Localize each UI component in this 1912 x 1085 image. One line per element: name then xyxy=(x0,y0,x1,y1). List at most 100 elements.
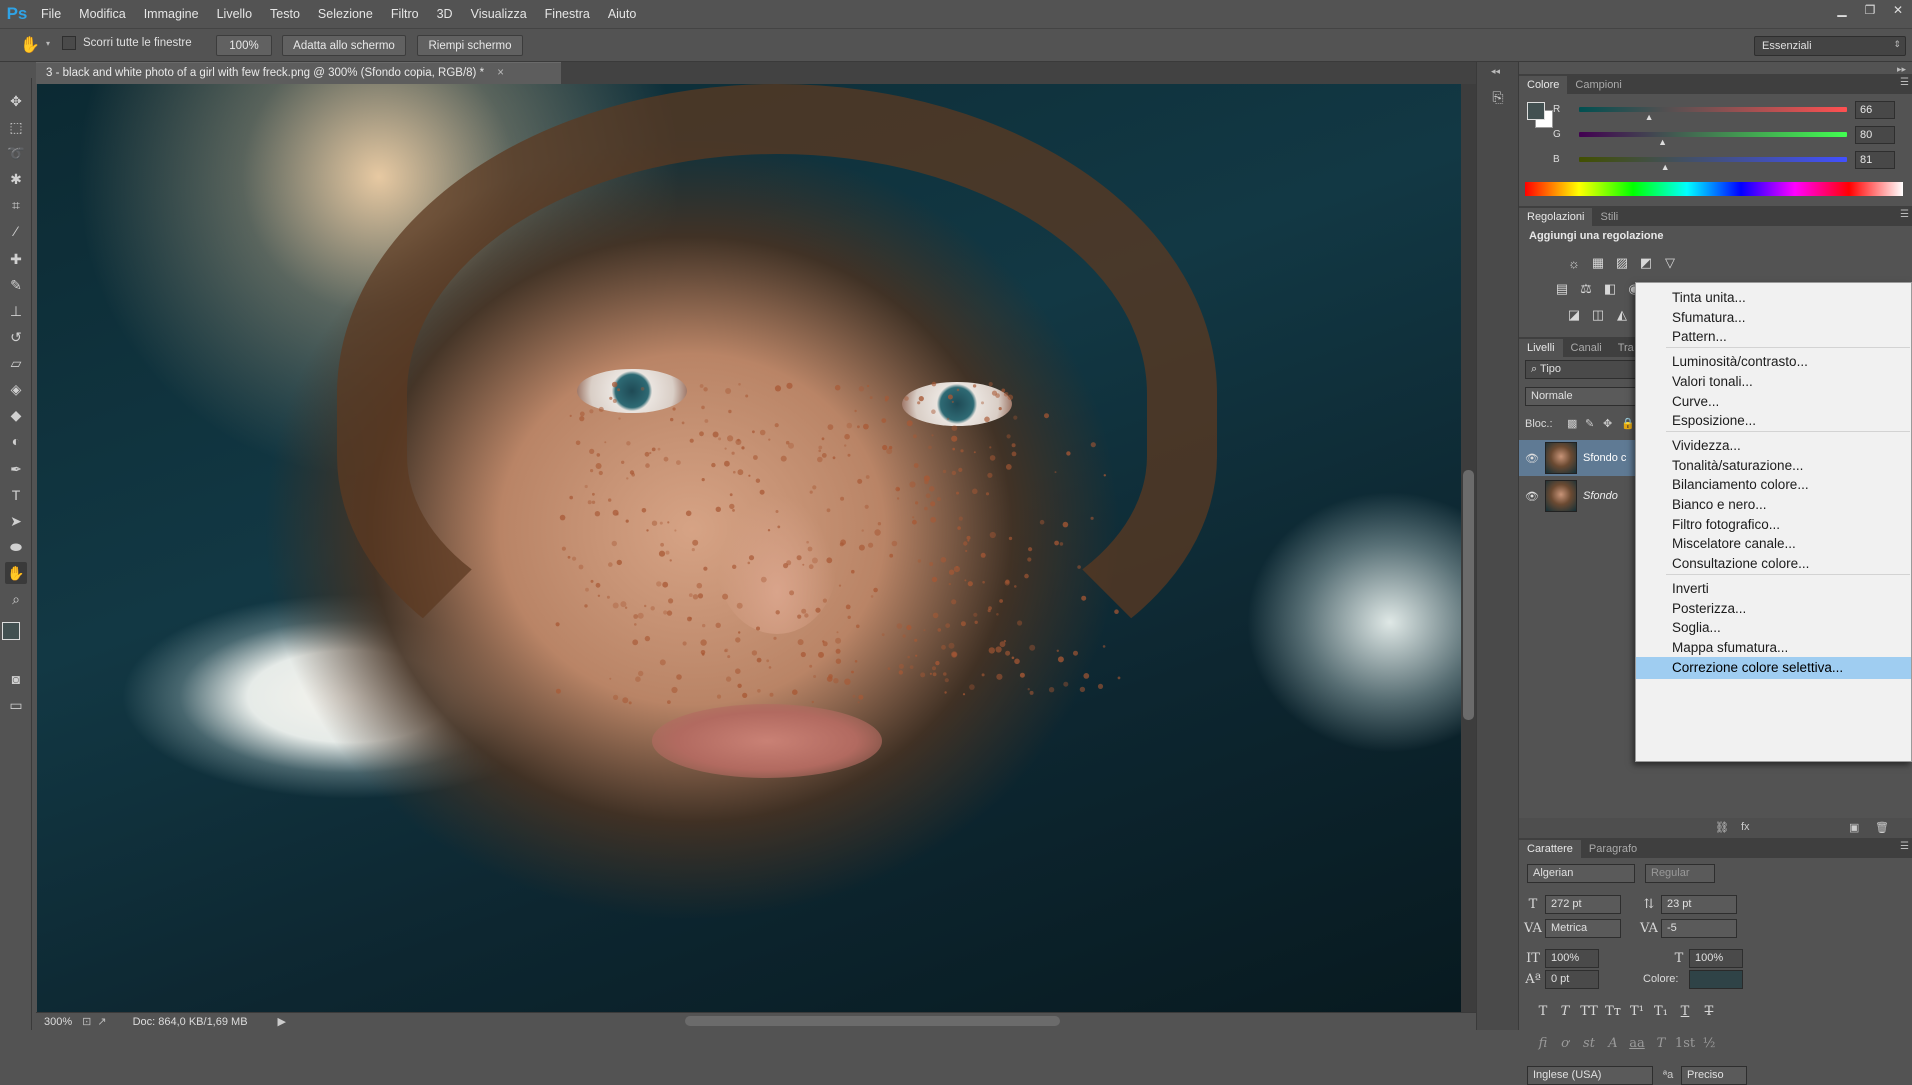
document-canvas[interactable] xyxy=(37,84,1461,1012)
collapse-dock-icon[interactable]: ◂◂ xyxy=(1491,66,1500,77)
menu-immagine[interactable]: Immagine xyxy=(135,0,208,28)
scroll-all-checkbox[interactable] xyxy=(62,36,76,50)
layer-filter-select[interactable]: ⌕ Tipo xyxy=(1525,360,1637,379)
layer-name[interactable]: Sfondo c xyxy=(1583,452,1626,464)
menu-item[interactable]: Valori tonali... xyxy=(1636,371,1911,393)
strikethrough-button[interactable]: T xyxy=(1699,1002,1719,1020)
hue-saturation-icon[interactable]: ▤ xyxy=(1553,281,1571,297)
swash-button[interactable]: A xyxy=(1603,1034,1623,1052)
tab-regolazioni[interactable]: Regolazioni xyxy=(1519,208,1593,226)
screen-mode-icon[interactable]: ▭ xyxy=(5,694,27,716)
status-menu-arrow-icon[interactable]: ▶ xyxy=(278,1015,286,1028)
vibrance-icon[interactable]: ▽ xyxy=(1661,255,1679,271)
lock-pixels-icon[interactable]: ✎ xyxy=(1585,417,1594,430)
menu-item[interactable]: Soglia... xyxy=(1636,617,1911,639)
tab-campioni[interactable]: Campioni xyxy=(1567,76,1629,94)
clone-stamp-tool-icon[interactable]: ⊥ xyxy=(5,300,27,322)
shape-tool-icon[interactable]: ⬬ xyxy=(5,536,27,558)
visibility-eye-icon[interactable]: 👁 xyxy=(1519,490,1545,503)
lasso-tool-icon[interactable]: ➰ xyxy=(5,142,27,164)
kerning-select[interactable]: Metrica xyxy=(1545,919,1621,938)
faux-bold-button[interactable]: T xyxy=(1533,1002,1553,1020)
invert-icon[interactable]: ◪ xyxy=(1565,307,1583,323)
panel-menu-icon[interactable]: ☰ xyxy=(1900,77,1909,88)
threshold-icon[interactable]: ◭ xyxy=(1613,307,1631,323)
magic-wand-tool-icon[interactable]: ✱ xyxy=(5,168,27,190)
layer-name[interactable]: Sfondo xyxy=(1583,490,1618,502)
menu-item[interactable]: Miscelatore canale... xyxy=(1636,533,1911,555)
menu-item[interactable]: Tinta unita... xyxy=(1636,287,1911,309)
color-fg-swatch[interactable] xyxy=(1527,102,1545,120)
discretionary-ligatures-button[interactable]: ơ xyxy=(1555,1034,1575,1052)
menu-item[interactable]: Inverti xyxy=(1636,578,1911,600)
horizontal-scale-input[interactable]: 100% xyxy=(1689,949,1743,968)
crop-tool-icon[interactable]: ⌗ xyxy=(5,194,27,216)
titling-alternates-button[interactable]: aa xyxy=(1627,1034,1647,1052)
levels-icon[interactable]: ▦ xyxy=(1589,255,1607,271)
blend-mode-select[interactable]: Normale xyxy=(1525,387,1637,406)
curves-icon[interactable]: ▨ xyxy=(1613,255,1631,271)
fit-screen-button[interactable]: Adatta allo schermo xyxy=(282,35,406,56)
menu-item[interactable]: Consultazione colore... xyxy=(1636,553,1911,575)
lock-position-icon[interactable]: ✥ xyxy=(1603,417,1612,430)
menu-item[interactable]: Posterizza... xyxy=(1636,598,1911,620)
vertical-scroll-thumb[interactable] xyxy=(1463,470,1474,720)
g-value[interactable]: 80 xyxy=(1855,126,1895,144)
r-slider[interactable] xyxy=(1579,107,1847,112)
black-white-icon[interactable]: ◧ xyxy=(1601,281,1619,297)
menu-visualizza[interactable]: Visualizza xyxy=(462,0,536,28)
stylistic-set-button[interactable]: T xyxy=(1651,1034,1671,1052)
zoom-tool-icon[interactable]: ⌕ xyxy=(5,588,27,610)
foreground-color-swatch[interactable] xyxy=(2,622,20,640)
blur-tool-icon[interactable]: ◆ xyxy=(5,404,27,426)
lock-all-icon[interactable]: 🔒 xyxy=(1621,417,1635,430)
menu-item[interactable]: Luminosità/contrasto... xyxy=(1636,351,1911,373)
tab-colore[interactable]: Colore xyxy=(1519,76,1568,94)
hand-tool-icon[interactable]: ✋ xyxy=(20,35,40,55)
minimize-icon[interactable]: ▁ xyxy=(1828,0,1856,20)
trash-icon[interactable]: 🗑 xyxy=(1875,821,1889,834)
font-style-select[interactable]: Regular xyxy=(1645,864,1715,883)
menu-item[interactable]: Bilanciamento colore... xyxy=(1636,474,1911,496)
quick-mask-icon[interactable]: ◙ xyxy=(5,668,27,690)
faux-italic-button[interactable]: T xyxy=(1555,1002,1575,1020)
workspace-select[interactable]: Essenziali ⇕ xyxy=(1754,36,1906,56)
menu-finestra[interactable]: Finestra xyxy=(536,0,599,28)
menu-item[interactable]: Filtro fotografico... xyxy=(1636,514,1911,536)
visibility-eye-icon[interactable]: 👁 xyxy=(1519,452,1545,465)
brush-tool-icon[interactable]: ✎ xyxy=(5,274,27,296)
status-zoom[interactable]: 300% xyxy=(44,1016,72,1028)
menu-filtro[interactable]: Filtro xyxy=(382,0,428,28)
tab-carattere[interactable]: Carattere xyxy=(1519,840,1581,858)
r-slider-thumb[interactable]: ▲ xyxy=(1645,112,1654,122)
tab-canali[interactable]: Canali xyxy=(1563,339,1610,357)
panel-menu-icon[interactable]: ☰ xyxy=(1900,209,1909,220)
g-slider-thumb[interactable]: ▲ xyxy=(1658,137,1667,147)
eraser-tool-icon[interactable]: ▱ xyxy=(5,352,27,374)
panel-menu-icon[interactable]: ☰ xyxy=(1900,841,1909,852)
menu-3d[interactable]: 3D xyxy=(428,0,462,28)
document-tab[interactable]: 3 - black and white photo of a girl with… xyxy=(36,62,561,84)
menu-livello[interactable]: Livello xyxy=(208,0,261,28)
menu-aiuto[interactable]: Aiuto xyxy=(599,0,646,28)
menu-item[interactable]: Mappa sfumatura... xyxy=(1636,637,1911,659)
hand-tool-icon[interactable]: ✋ xyxy=(5,562,27,584)
tool-preset-dropdown-icon[interactable]: ▾ xyxy=(46,39,50,48)
baseline-shift-input[interactable]: 0 pt xyxy=(1545,970,1599,989)
fill-screen-button[interactable]: Riempi schermo xyxy=(417,35,523,56)
restore-icon[interactable]: ❐ xyxy=(1856,0,1884,20)
menu-item[interactable]: Pattern... xyxy=(1636,326,1911,348)
color-balance-icon[interactable]: ⚖ xyxy=(1577,281,1595,297)
layer-row[interactable]: 👁 Sfondo xyxy=(1519,478,1639,514)
all-caps-button[interactable]: TT xyxy=(1579,1002,1599,1020)
status-share-icon[interactable]: ⊡ xyxy=(82,1015,91,1028)
new-layer-icon[interactable]: ▣ xyxy=(1849,821,1859,834)
layer-row[interactable]: 👁 Sfondo c xyxy=(1519,440,1639,476)
paint-bucket-tool-icon[interactable]: ◈ xyxy=(5,378,27,400)
g-slider[interactable] xyxy=(1579,132,1847,137)
text-color-swatch[interactable] xyxy=(1689,970,1743,989)
move-tool-icon[interactable]: ✥ xyxy=(5,90,27,112)
menu-item[interactable]: Sfumatura... xyxy=(1636,307,1911,329)
menu-testo[interactable]: Testo xyxy=(261,0,309,28)
b-slider-thumb[interactable]: ▲ xyxy=(1661,162,1670,172)
